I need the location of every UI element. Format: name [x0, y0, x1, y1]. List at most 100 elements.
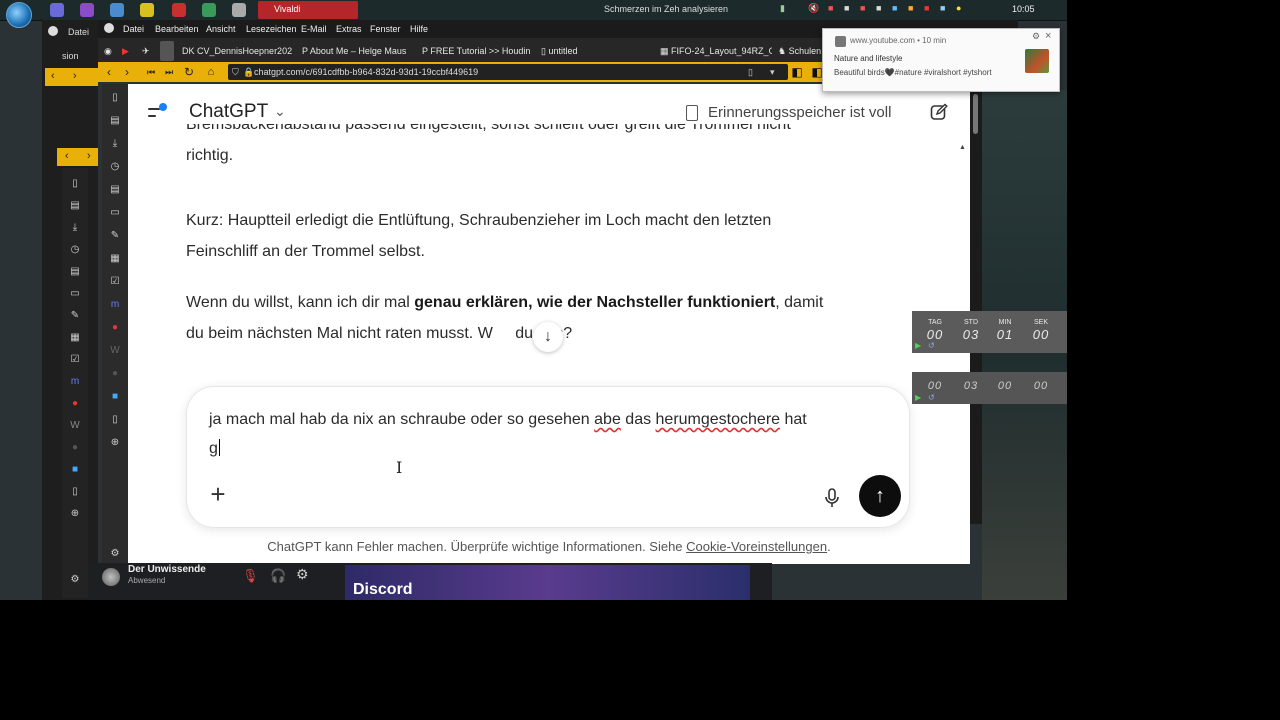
misspelled-word[interactable]: abe	[594, 411, 621, 428]
scroll-up-icon[interactable]: ▲	[959, 144, 966, 151]
fastforward-button[interactable]: ⏭	[162, 64, 176, 80]
close-icon[interactable]: ×	[1045, 30, 1051, 42]
notes-icon[interactable]: ▤	[69, 266, 81, 278]
window-icon[interactable]: ▭	[69, 288, 81, 300]
refresh-icon[interactable]: ↺	[928, 393, 935, 402]
play-icon[interactable]: ▶	[915, 341, 921, 350]
url-field[interactable]: ⛉ 🔒 chatgpt.com/c/691cdfbb-b964-832d-93d…	[228, 64, 788, 80]
media-icon[interactable]: ■	[109, 391, 121, 403]
active-tab[interactable]	[160, 41, 174, 61]
tasks-icon[interactable]: ☑	[69, 354, 81, 366]
app-icon[interactable]	[202, 3, 216, 17]
menu-ansicht[interactable]: Ansicht	[206, 24, 236, 34]
dropdown-icon[interactable]: ▾	[770, 64, 775, 80]
avatar[interactable]	[102, 568, 120, 586]
tab-bar-menu-icon[interactable]: ◉	[104, 41, 116, 61]
microphone-icon[interactable]	[823, 487, 841, 509]
menu-extras[interactable]: Extras	[336, 24, 362, 34]
start-button[interactable]	[6, 2, 32, 28]
tab-cv[interactable]: DK CV_DennisHoepner2021.p	[182, 41, 292, 61]
mail-icon[interactable]: ▦	[109, 253, 121, 265]
reload-button[interactable]: ↻	[182, 64, 196, 80]
mastodon-icon[interactable]: m	[69, 376, 81, 388]
wiki-icon[interactable]: W	[69, 420, 81, 432]
browser-scrollbar[interactable]	[970, 84, 982, 524]
app-icon[interactable]	[80, 3, 94, 17]
scrollbar-thumb[interactable]	[973, 94, 978, 134]
menu-lesezeichen[interactable]: Lesezeichen	[246, 24, 297, 34]
notes-icon[interactable]: ▤	[109, 184, 121, 196]
system-clock[interactable]: 10:05	[1012, 4, 1035, 14]
home-button[interactable]: ⌂	[204, 64, 218, 80]
headphones-icon[interactable]: 🎧	[270, 568, 286, 584]
pinned-tab-icon[interactable]: ✈	[142, 41, 154, 61]
bookmark-icon[interactable]: ▯	[69, 178, 81, 190]
vivaldi-icon[interactable]: ●	[69, 398, 81, 410]
history-icon[interactable]: ◷	[109, 161, 121, 173]
add-attachment-button[interactable]: +	[207, 481, 229, 507]
reading-icon[interactable]: ▤	[69, 200, 81, 212]
page-icon[interactable]: ▯	[109, 414, 121, 426]
menu-fenster[interactable]: Fenster	[370, 24, 401, 34]
window-panel-icon[interactable]: ▭	[109, 207, 121, 219]
scroll-to-bottom-button[interactable]: ↓	[533, 322, 563, 352]
settings-icon[interactable]: ⚙	[69, 574, 81, 586]
app-icon[interactable]	[172, 3, 186, 17]
bookmark-page-icon[interactable]: ▯	[748, 64, 753, 80]
cookie-settings-link[interactable]: Cookie-Voreinstellungen	[686, 539, 827, 554]
download-icon[interactable]: ⤓	[69, 222, 81, 234]
back-button[interactable]: ‹	[102, 64, 116, 80]
new-chat-icon[interactable]	[930, 103, 948, 121]
add-panel-icon[interactable]: ⊕	[69, 508, 81, 520]
menu-datei[interactable]: Datei	[123, 24, 144, 34]
app-icon[interactable]	[140, 3, 154, 17]
chevron-down-icon[interactable]: ⌄	[274, 103, 286, 120]
translate-icon[interactable]: ✎	[69, 310, 81, 322]
calendar-icon[interactable]: ▦	[69, 332, 81, 344]
add-web-panel-icon[interactable]: ⊕	[109, 437, 121, 449]
menu-bearbeiten[interactable]: Bearbeiten	[155, 24, 199, 34]
lock-icon[interactable]: 🔒	[243, 64, 254, 80]
tab-houdini[interactable]: P FREE Tutorial >> Houdini F	[422, 41, 530, 61]
page-scrollbar[interactable]	[958, 144, 966, 564]
gear-icon[interactable]: ⚙	[296, 566, 309, 583]
forward-button[interactable]: ›	[120, 64, 134, 80]
composer-input[interactable]: ja mach mal hab da nix an schraube oder …	[209, 405, 889, 463]
tab-about-me[interactable]: P About Me – Helge Maus	[302, 41, 412, 61]
wiki-icon[interactable]: W	[109, 345, 121, 357]
translate-icon[interactable]: ✎	[109, 230, 121, 242]
tab-schulen[interactable]: ♞ Schulen	[778, 41, 822, 61]
menu-hilfe[interactable]: Hilfe	[410, 24, 428, 34]
taskbar-vivaldi-button[interactable]: Vivaldi	[258, 1, 358, 19]
tab-fifo[interactable]: ▦ FIFO-24_Layout_94RZ_Onli	[660, 41, 772, 61]
reading-list-icon[interactable]: ▤	[109, 115, 121, 127]
extension-icon[interactable]: ◧	[790, 64, 804, 80]
app-icon[interactable]	[110, 3, 124, 17]
bookmarks-icon[interactable]: ▯	[109, 92, 121, 104]
downloads-icon[interactable]: ⤓	[109, 138, 121, 150]
web-panel-icon[interactable]: ●	[109, 368, 121, 380]
youtube-notification[interactable]: www.youtube.com • 10 min Nature and life…	[822, 28, 1060, 92]
discord-username[interactable]: Der Unwissende	[128, 564, 206, 575]
memory-full-notice[interactable]: Erinnerungsspeicher ist voll	[708, 104, 891, 121]
settings-icon[interactable]: ⚙	[109, 548, 121, 560]
send-button[interactable]: ↑	[859, 475, 901, 517]
mastodon-icon[interactable]: m	[109, 299, 121, 311]
app-icon[interactable]	[232, 3, 246, 17]
mute-mic-icon[interactable]: 🎙	[242, 568, 259, 584]
youtube-tab-icon[interactable]: ▶	[122, 41, 134, 61]
system-tray[interactable]: ▮ 🔇 ■ ■ ■ ■ ■ ■ ■ ■ ●	[780, 2, 980, 18]
page-icon[interactable]: ▯	[69, 486, 81, 498]
vivaldi-menu-icon[interactable]	[104, 23, 114, 33]
rewind-button[interactable]: ⏮	[144, 64, 158, 80]
gear-icon[interactable]: ⚙	[1032, 31, 1040, 42]
media-icon[interactable]: ■	[69, 464, 81, 476]
model-selector[interactable]: ChatGPT	[189, 101, 268, 123]
vivaldi-social-icon[interactable]: ●	[109, 322, 121, 334]
web-panel-icon[interactable]: ●	[69, 442, 81, 454]
message-composer[interactable]: ja mach mal hab da nix an schraube oder …	[186, 386, 910, 528]
tab-untitled[interactable]: ▯ untitled	[541, 41, 601, 61]
history-icon[interactable]: ◷	[69, 244, 81, 256]
shield-icon[interactable]: ⛉	[232, 64, 239, 80]
tasks-icon[interactable]: ☑	[109, 276, 121, 288]
